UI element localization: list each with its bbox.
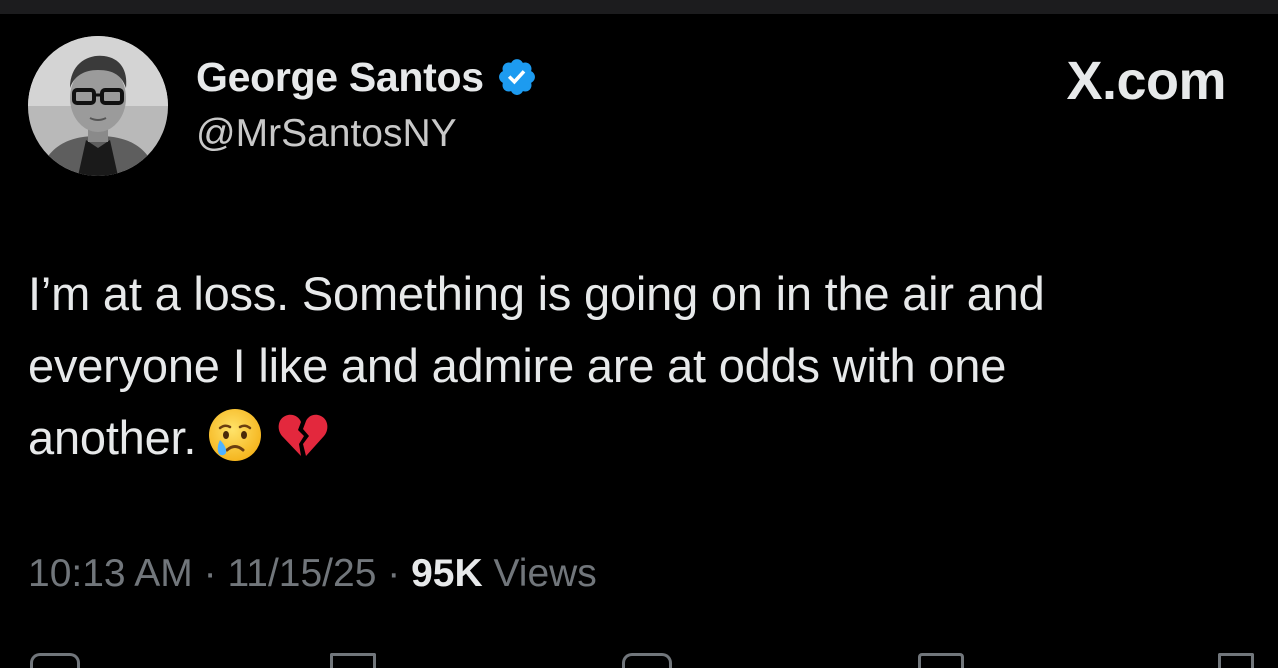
- repost-icon[interactable]: [330, 653, 376, 668]
- tweet-line-2: everyone I like and admire are at odds w…: [28, 339, 1007, 392]
- site-mark: X.com: [1066, 51, 1226, 111]
- tweet-meta: 10:13 AM · 11/15/25 · 95K Views: [28, 552, 597, 596]
- avatar[interactable]: [28, 36, 168, 176]
- broken-heart-icon: [274, 406, 332, 464]
- avatar-photo: [28, 36, 168, 176]
- reply-icon[interactable]: [30, 653, 80, 668]
- views-label: Views: [493, 552, 597, 595]
- share-icon[interactable]: [1218, 653, 1254, 668]
- author-handle[interactable]: @MrSantosNY: [196, 112, 457, 156]
- top-status-strip: [0, 0, 1278, 14]
- author-name-row: George Santos: [196, 52, 538, 102]
- bookmark-icon[interactable]: [918, 653, 964, 668]
- tweet-time[interactable]: 10:13 AM: [28, 552, 193, 595]
- action-bar: [0, 645, 1278, 668]
- views-count: 95K: [411, 552, 483, 595]
- tweet-line-3: another.: [28, 402, 1228, 474]
- meta-separator-1: ·: [203, 552, 217, 595]
- verified-badge-icon[interactable]: [496, 56, 538, 98]
- tweet-date[interactable]: 11/15/25: [227, 552, 376, 595]
- meta-separator-2: ·: [387, 552, 401, 595]
- tweet-line-3-text: another.: [28, 411, 197, 464]
- crying-face-icon: [206, 406, 264, 464]
- author-display-name[interactable]: George Santos: [196, 54, 484, 101]
- tweet-text: I’m at a loss. Something is going on in …: [28, 258, 1228, 474]
- tweet-line-1: I’m at a loss. Something is going on in …: [28, 267, 1045, 320]
- like-icon[interactable]: [622, 653, 672, 668]
